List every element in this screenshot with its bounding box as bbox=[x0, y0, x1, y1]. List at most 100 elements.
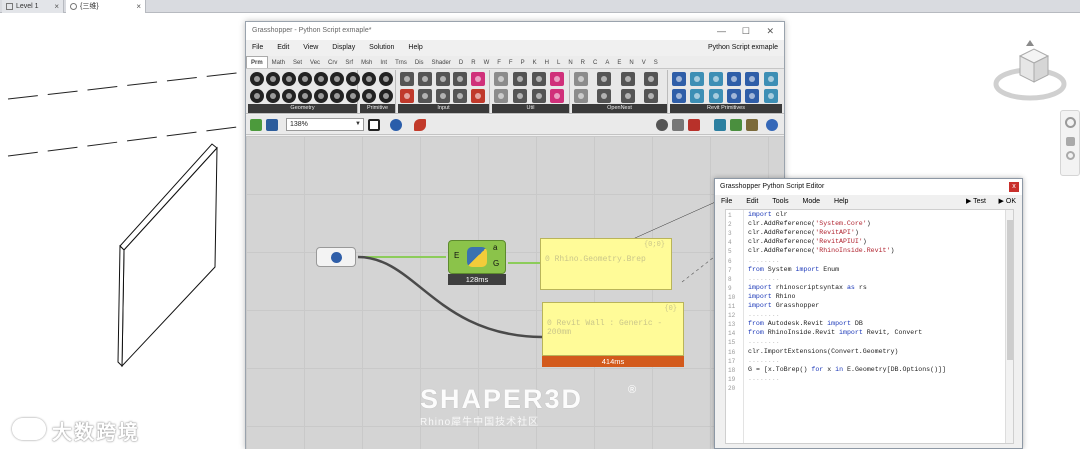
material-preview-icon[interactable] bbox=[730, 119, 742, 131]
output-a-label[interactable]: a bbox=[493, 243, 497, 252]
geometry-icon[interactable] bbox=[346, 72, 360, 86]
jump-icon[interactable] bbox=[494, 89, 508, 103]
line-icon[interactable] bbox=[282, 89, 296, 103]
group-icon[interactable] bbox=[346, 89, 360, 103]
revit-level-icon[interactable] bbox=[708, 72, 723, 86]
slider-icon[interactable] bbox=[400, 72, 414, 86]
button-icon[interactable] bbox=[417, 89, 432, 103]
grasshopper-title-bar[interactable]: Grasshopper - Python Script exmaple* — ☐… bbox=[246, 22, 784, 40]
signal-icon[interactable] bbox=[574, 89, 588, 103]
tag-icon[interactable] bbox=[620, 72, 635, 86]
mesh-icon[interactable] bbox=[298, 72, 312, 86]
revit-view-icon[interactable] bbox=[708, 89, 723, 103]
scrollbar-thumb[interactable] bbox=[1007, 220, 1013, 360]
brep-icon[interactable] bbox=[250, 89, 264, 103]
vertical-scrollbar[interactable] bbox=[1005, 210, 1013, 443]
close-icon[interactable]: × bbox=[54, 0, 59, 13]
code-line[interactable]: import clr bbox=[748, 211, 788, 218]
menu-mode[interactable]: Mode bbox=[797, 195, 827, 209]
panel-icon[interactable] bbox=[435, 89, 450, 103]
revit-material-icon[interactable] bbox=[745, 72, 760, 86]
code-line[interactable]: ........ bbox=[748, 357, 780, 364]
zoom-level-select[interactable]: 138% ▼ bbox=[286, 118, 364, 131]
code-editor[interactable]: 1 2 3 4 5 6 7 8 9 10 11 12 13 14 15 16 17 18 19 20 import c… bbox=[725, 209, 1014, 444]
arrow-right-icon[interactable] bbox=[531, 72, 546, 86]
mesh-settings-icon[interactable] bbox=[746, 119, 758, 131]
arc-icon[interactable] bbox=[266, 89, 280, 103]
sheet-icon[interactable] bbox=[597, 89, 612, 103]
colour-wheel-icon[interactable] bbox=[471, 89, 486, 103]
revit-stack-icon[interactable] bbox=[763, 72, 778, 86]
revit-geometry-icon[interactable] bbox=[726, 72, 741, 86]
menu-file[interactable]: File bbox=[715, 195, 738, 209]
menu-help[interactable]: Help bbox=[402, 40, 428, 56]
navigation-bar[interactable] bbox=[1060, 110, 1080, 176]
pan-icon[interactable] bbox=[1066, 137, 1075, 146]
code-line[interactable]: clr.AddReference('RevitAPI') bbox=[748, 229, 859, 236]
vector-icon[interactable] bbox=[330, 72, 344, 86]
graph-mapper-icon[interactable] bbox=[453, 89, 468, 103]
twisted-box-icon[interactable] bbox=[330, 89, 344, 103]
revit-element-param[interactable] bbox=[316, 247, 356, 267]
close-button[interactable]: ✕ bbox=[766, 22, 774, 40]
menu-display[interactable]: Display bbox=[326, 40, 361, 56]
python-editor-title-bar[interactable]: Grasshopper Python Script Editor x bbox=[715, 179, 1022, 195]
swatch-icon[interactable] bbox=[400, 89, 414, 103]
code-line[interactable]: import Grasshopper bbox=[748, 302, 819, 309]
revit-document-icon[interactable] bbox=[745, 89, 760, 103]
data-dam-icon[interactable] bbox=[494, 72, 508, 86]
close-icon[interactable]: × bbox=[136, 0, 141, 13]
code-line[interactable]: ........ bbox=[748, 311, 780, 318]
menu-tools[interactable]: Tools bbox=[766, 195, 794, 209]
code-line[interactable]: import rhinoscriptsyntax as rs bbox=[748, 284, 867, 291]
shape-icon[interactable] bbox=[620, 89, 635, 103]
code-line[interactable]: ........ bbox=[748, 338, 780, 345]
circle-icon[interactable] bbox=[266, 72, 280, 86]
point-icon[interactable] bbox=[314, 72, 328, 86]
tab-3d-view[interactable]: {三维} × bbox=[66, 0, 146, 13]
arrow-out-icon[interactable] bbox=[531, 89, 546, 103]
text-icon[interactable] bbox=[378, 89, 393, 103]
menu-help[interactable]: Help bbox=[828, 195, 854, 209]
view-cube[interactable] bbox=[990, 38, 1070, 108]
selected-only-icon[interactable] bbox=[714, 119, 726, 131]
flask-alt-icon[interactable] bbox=[550, 89, 565, 103]
wire-display-icon[interactable] bbox=[672, 119, 684, 131]
shaded-preview-icon[interactable] bbox=[688, 119, 700, 131]
solver-icon[interactable] bbox=[766, 119, 778, 131]
code-line[interactable]: import Rhino bbox=[748, 293, 796, 300]
boolean-toggle-icon[interactable] bbox=[417, 72, 432, 86]
menu-edit[interactable]: Edit bbox=[271, 40, 295, 56]
panel-brep-output[interactable]: {0;0} 0 Rhino.Geometry.Brep bbox=[540, 238, 672, 290]
menu-solution[interactable]: Solution bbox=[363, 40, 400, 56]
zoom-extents-icon[interactable] bbox=[368, 119, 380, 131]
code-line[interactable]: clr.AddReference('System.Core') bbox=[748, 220, 871, 227]
code-line[interactable]: clr.ImportExtensions(Convert.Geometry) bbox=[748, 348, 898, 355]
revit-family-icon[interactable] bbox=[726, 89, 741, 103]
revit-type-icon[interactable] bbox=[690, 89, 705, 103]
input-E-label[interactable]: E bbox=[454, 251, 459, 260]
box-icon[interactable] bbox=[250, 72, 264, 86]
minimize-button[interactable]: — bbox=[717, 22, 726, 40]
code-line[interactable]: clr.AddReference('RhinoInside.Revit') bbox=[748, 247, 894, 254]
revit-element-icon[interactable] bbox=[672, 72, 686, 86]
revit-cube-icon[interactable] bbox=[763, 89, 778, 103]
tab-level-1[interactable]: Level 1 × bbox=[2, 0, 64, 13]
code-line[interactable]: from RhinoInside.Revit import Revit, Con… bbox=[748, 329, 922, 336]
python-script-component[interactable]: E a G bbox=[448, 240, 506, 274]
test-button[interactable]: ▶ Test bbox=[966, 195, 986, 209]
code-line[interactable]: ........ bbox=[748, 275, 780, 282]
code-line[interactable]: from System import Enum bbox=[748, 266, 839, 273]
menu-edit[interactable]: Edit bbox=[740, 195, 764, 209]
gradient-icon[interactable] bbox=[471, 72, 486, 86]
maximize-button[interactable]: ☐ bbox=[742, 22, 750, 40]
plane-icon[interactable] bbox=[298, 89, 312, 103]
sketch-pen-icon[interactable] bbox=[414, 119, 426, 131]
revit-param-icon[interactable] bbox=[690, 72, 705, 86]
relay-icon[interactable] bbox=[512, 72, 527, 86]
code-line[interactable]: from Autodesk.Revit import DB bbox=[748, 320, 863, 327]
menu-view[interactable]: View bbox=[297, 40, 324, 56]
preview-mode-icon[interactable] bbox=[656, 119, 668, 131]
cube-icon[interactable] bbox=[643, 72, 658, 86]
zoom-icon[interactable] bbox=[1066, 151, 1075, 160]
